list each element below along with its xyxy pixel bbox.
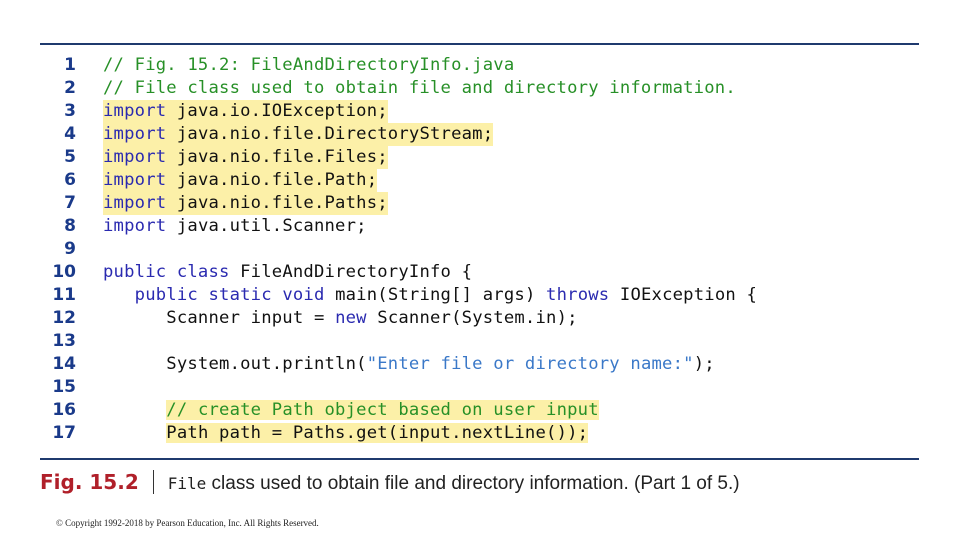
line-number: 13 xyxy=(52,331,76,351)
code-text: import java.nio.file.Files; xyxy=(103,146,388,169)
keyword: public static void xyxy=(134,285,325,305)
line-number: 11 xyxy=(52,285,76,305)
code-text: import java.nio.file.Path; xyxy=(103,169,378,192)
line-number: 15 xyxy=(52,377,76,397)
string-literal: "Enter file or directory name:" xyxy=(366,354,694,374)
code-line: 13 xyxy=(40,330,920,353)
line-number: 7 xyxy=(64,193,76,213)
code-token: Path path = Paths.get(input.nextLine()); xyxy=(166,423,589,443)
keyword: import xyxy=(103,170,167,190)
code-text: import java.io.IOException; xyxy=(103,100,388,123)
code-line: 9 xyxy=(40,238,920,261)
line-number: 16 xyxy=(52,400,76,420)
code-text: // File class used to obtain file and di… xyxy=(103,77,736,100)
code-line: 6 import java.nio.file.Path; xyxy=(40,169,920,192)
figure-label: Fig. 15.2 xyxy=(40,470,139,494)
code-token: IOException { xyxy=(609,285,758,305)
code-token: System.out.println( xyxy=(103,354,367,374)
line-number: 12 xyxy=(52,308,76,328)
code-text: Path path = Paths.get(input.nextLine()); xyxy=(103,422,589,445)
code-text: Scanner input = new Scanner(System.in); xyxy=(103,307,578,330)
code-token: java.nio.file.Files; xyxy=(166,147,388,167)
code-line: 11 public static void main(String[] args… xyxy=(40,284,920,307)
comment: // Fig. 15.2: FileAndDirectoryInfo.java xyxy=(103,55,515,75)
line-number: 5 xyxy=(64,147,76,167)
copyright-notice: © Copyright 1992-2018 by Pearson Educati… xyxy=(56,518,319,528)
top-rule xyxy=(40,43,919,45)
code-token: Scanner input = xyxy=(103,308,336,328)
code-line: 1 // Fig. 15.2: FileAndDirectoryInfo.java xyxy=(40,54,920,77)
code-line: 3 import java.io.IOException; xyxy=(40,100,920,123)
code-text: import java.nio.file.DirectoryStream; xyxy=(103,123,494,146)
code-token: FileAndDirectoryInfo { xyxy=(229,262,473,282)
code-token: ); xyxy=(693,354,715,374)
code-line: 12 Scanner input = new Scanner(System.in… xyxy=(40,307,920,330)
code-text: // Fig. 15.2: FileAndDirectoryInfo.java xyxy=(103,54,514,77)
bottom-rule xyxy=(40,458,919,460)
code-line: 17 Path path = Paths.get(input.nextLine(… xyxy=(40,422,920,445)
line-number: 3 xyxy=(64,101,76,121)
line-number: 10 xyxy=(52,262,76,282)
caption-code-word: File xyxy=(167,474,207,493)
caption-separator xyxy=(152,470,154,494)
code-token: java.io.IOException; xyxy=(166,101,388,121)
code-line: 10 public class FileAndDirectoryInfo { xyxy=(40,261,920,284)
line-number: 1 xyxy=(64,55,76,75)
keyword: public class xyxy=(103,262,230,282)
line-number: 17 xyxy=(52,423,76,443)
code-token: java.nio.file.Path; xyxy=(166,170,378,190)
keyword: import xyxy=(103,124,167,144)
code-text: public class FileAndDirectoryInfo { xyxy=(103,261,472,284)
keyword: import xyxy=(103,101,167,121)
keyword: throws xyxy=(546,285,610,305)
line-number: 2 xyxy=(64,78,76,98)
line-number: 14 xyxy=(52,354,76,374)
code-line: 2 // File class used to obtain file and d… xyxy=(40,77,920,100)
code-text: // create Path object based on user inpu… xyxy=(103,399,599,422)
code-token: main(String[] args) xyxy=(324,285,547,305)
keyword: import xyxy=(103,193,167,213)
keyword: import xyxy=(103,147,167,167)
code-line: 15 xyxy=(40,376,920,399)
code-text: System.out.println("Enter file or direct… xyxy=(103,353,715,376)
comment: // File class used to obtain file and di… xyxy=(103,78,736,98)
code-text: import java.util.Scanner; xyxy=(103,215,367,238)
code-text: public static void main(String[] args) t… xyxy=(103,284,757,307)
code-line: 8 import java.util.Scanner; xyxy=(40,215,920,238)
code-line: 5 import java.nio.file.Files; xyxy=(40,146,920,169)
code-text: import java.nio.file.Paths; xyxy=(103,192,388,215)
code-token: java.util.Scanner; xyxy=(166,216,367,236)
line-number: 6 xyxy=(64,170,76,190)
code-token: Scanner(System.in); xyxy=(366,308,578,328)
code-token: java.nio.file.DirectoryStream; xyxy=(166,124,494,144)
code-listing: 1 // Fig. 15.2: FileAndDirectoryInfo.java… xyxy=(40,54,920,445)
code-line: 7 import java.nio.file.Paths; xyxy=(40,192,920,215)
comment: // create Path object based on user inpu… xyxy=(166,400,599,420)
line-number: 4 xyxy=(64,124,76,144)
code-line: 16 // create Path object based on user i… xyxy=(40,399,920,422)
caption-text: class used to obtain file and directory … xyxy=(206,473,740,494)
line-number: 8 xyxy=(64,216,76,236)
figure-caption: Fig. 15.2 File class used to obtain file … xyxy=(40,470,740,495)
keyword: new xyxy=(335,308,367,328)
code-token: java.nio.file.Paths; xyxy=(166,193,388,213)
line-number: 9 xyxy=(64,239,76,259)
code-line: 14 System.out.println("Enter file or dir… xyxy=(40,353,920,376)
code-line: 4 import java.nio.file.DirectoryStream; xyxy=(40,123,920,146)
keyword: import xyxy=(103,216,167,236)
